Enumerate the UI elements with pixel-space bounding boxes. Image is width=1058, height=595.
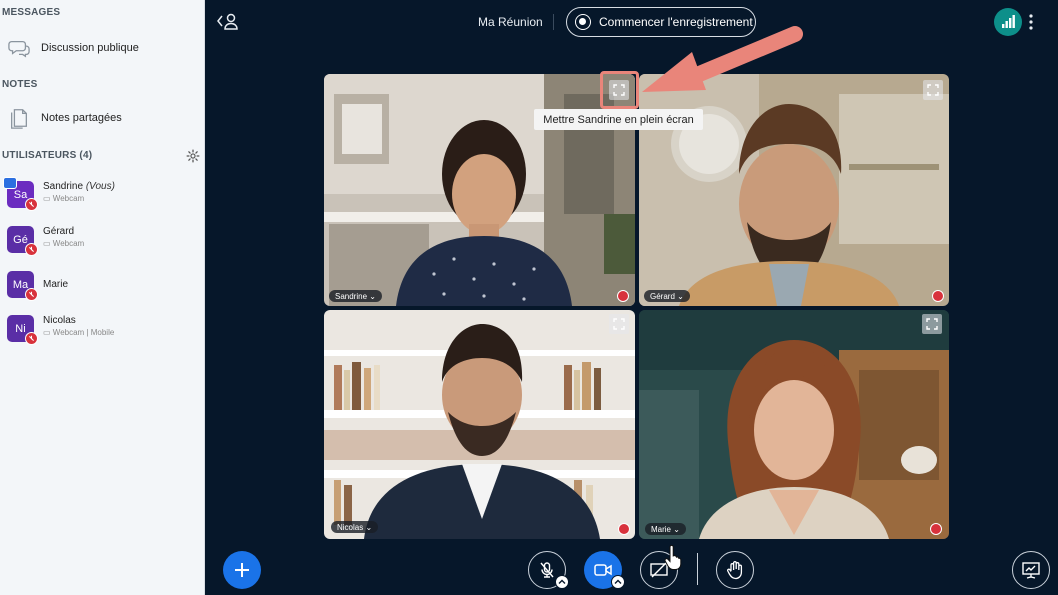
record-icon xyxy=(575,14,591,30)
network-button[interactable] xyxy=(994,8,1022,36)
user-item-sandrine[interactable]: Sa Sandrine (Vous) ▭ Webcam xyxy=(0,177,204,217)
shared-notes-label: Notes partagées xyxy=(41,112,122,124)
messages-title: MESSAGES xyxy=(2,7,61,18)
user-item-nicolas[interactable]: Ni Nicolas ▭ Webcam | Mobile xyxy=(0,311,204,351)
sidebar: MESSAGES Discussion publique NOTES Notes… xyxy=(0,0,205,595)
user-status: ▭ Webcam | Mobile xyxy=(43,328,115,337)
mic-muted-icon xyxy=(540,562,554,578)
user-item-marie[interactable]: Ma Marie xyxy=(0,267,204,307)
mic-muted-icon xyxy=(930,523,942,535)
user-list-icon[interactable] xyxy=(217,12,239,30)
hand-cursor-icon xyxy=(664,545,682,570)
presentation-icon xyxy=(1022,562,1040,579)
chevron-up-icon xyxy=(614,579,622,584)
fullscreen-button[interactable] xyxy=(922,314,942,334)
mic-muted-icon xyxy=(25,198,38,211)
user-name: Gérard xyxy=(43,226,75,237)
user-status: ▭ Webcam xyxy=(43,194,85,203)
raise-hand-button[interactable] xyxy=(716,551,754,589)
actions-button[interactable] xyxy=(223,551,261,589)
hand-raise-icon xyxy=(727,561,743,580)
meeting-title: Ma Réunion xyxy=(478,15,543,29)
mic-muted-icon xyxy=(617,290,629,302)
mic-muted-icon xyxy=(25,243,38,256)
webcam-video xyxy=(639,310,949,539)
annotation-arrow xyxy=(642,26,803,92)
chevron-up-icon xyxy=(558,579,566,584)
public-chat-item[interactable]: Discussion publique xyxy=(0,31,204,65)
network-icon xyxy=(1002,15,1015,28)
user-name: Sandrine (Vous) xyxy=(43,181,115,192)
fullscreen-icon xyxy=(613,318,625,330)
more-vertical-icon[interactable] xyxy=(1028,12,1034,32)
tile-name-tag[interactable]: Nicolas ⌄ xyxy=(331,521,379,533)
fullscreen-tooltip: Mettre Sandrine en plein écran xyxy=(534,109,703,130)
users-title: UTILISATEURS (4) xyxy=(2,150,93,161)
video-tile-nicolas[interactable]: Nicolas ⌄ xyxy=(324,310,635,539)
tile-name-tag[interactable]: Sandrine ⌄ xyxy=(329,290,382,302)
fullscreen-button[interactable] xyxy=(609,314,629,334)
mic-muted-icon xyxy=(932,290,944,302)
fullscreen-icon xyxy=(927,84,939,96)
notes-title: NOTES xyxy=(2,79,38,90)
fullscreen-highlight xyxy=(600,71,639,109)
mic-muted-icon xyxy=(618,523,630,535)
audio-options-button[interactable] xyxy=(555,575,569,589)
fullscreen-button[interactable] xyxy=(923,80,943,100)
camera-icon xyxy=(594,564,612,576)
notes-icon xyxy=(11,109,27,129)
chat-icon xyxy=(8,40,30,58)
gear-icon[interactable] xyxy=(186,149,200,163)
presenter-badge xyxy=(3,177,17,189)
presentation-button[interactable] xyxy=(1012,551,1050,589)
user-status: ▭ Webcam xyxy=(43,239,85,248)
webcam-video xyxy=(324,310,635,539)
mic-muted-icon xyxy=(25,332,38,345)
tile-name-tag[interactable]: Gérard ⌄ xyxy=(644,290,690,302)
user-name: Marie xyxy=(43,279,69,290)
tile-name-tag[interactable]: Marie ⌄ xyxy=(645,523,686,535)
video-options-button[interactable] xyxy=(611,575,625,589)
public-chat-label: Discussion publique xyxy=(41,42,139,54)
divider xyxy=(697,553,698,585)
mic-muted-icon xyxy=(25,288,38,301)
plus-icon xyxy=(235,563,249,577)
divider xyxy=(553,14,554,30)
user-item-gerard[interactable]: Gé Gérard ▭ Webcam xyxy=(0,222,204,262)
video-tile-marie[interactable]: Marie ⌄ xyxy=(639,310,949,539)
user-name: Nicolas xyxy=(43,315,76,326)
shared-notes-item[interactable]: Notes partagées xyxy=(0,101,204,135)
fullscreen-icon xyxy=(926,318,938,330)
